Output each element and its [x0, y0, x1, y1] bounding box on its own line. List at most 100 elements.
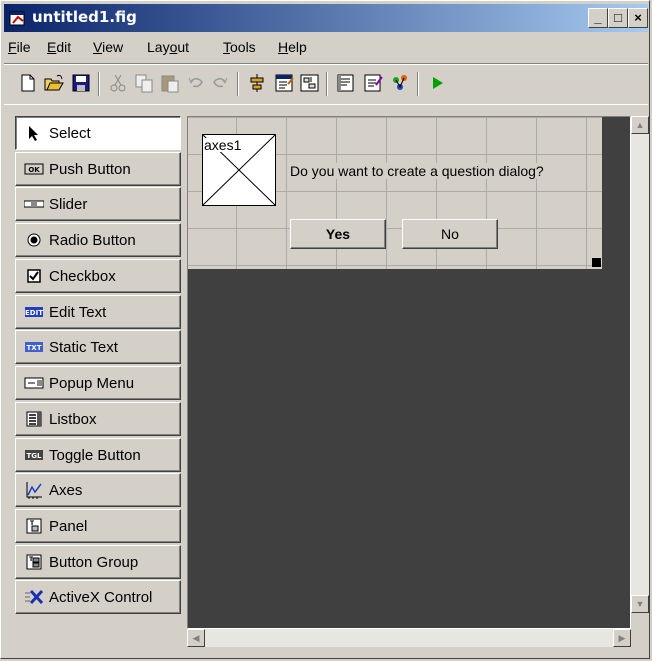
palette-label: ActiveX Control	[49, 588, 153, 606]
scroll-left-icon[interactable]: ◀	[187, 629, 205, 647]
close-icon: ×	[634, 10, 642, 25]
open-icon[interactable]	[41, 70, 67, 96]
palette-checkbox[interactable]: Checkbox	[15, 259, 181, 293]
guide-window: untitled1.fig _ □ × File Edit View Layou…	[0, 0, 650, 659]
paste-icon[interactable]	[157, 70, 183, 96]
palette-label: Axes	[49, 481, 83, 499]
scroll-corner	[631, 629, 649, 647]
mfile-editor-icon[interactable]	[333, 70, 359, 96]
run-icon[interactable]	[424, 70, 450, 96]
property-inspector-icon[interactable]	[360, 70, 386, 96]
palette-static-text[interactable]: TXT Static Text	[15, 330, 181, 364]
no-label: No	[441, 226, 459, 242]
toggle-icon: TGL	[24, 447, 44, 463]
edittext-icon: EDIT	[24, 304, 44, 320]
layout-area[interactable]: axes1 Do you want to create a question d…	[187, 116, 631, 629]
buttongroup-icon: T	[24, 554, 44, 570]
undo-icon[interactable]	[183, 70, 209, 96]
yes-button[interactable]: Yes	[290, 219, 386, 249]
palette-axes[interactable]: Axes	[15, 473, 181, 507]
palette-label: Listbox	[49, 410, 97, 428]
question-text[interactable]: Do you want to create a question dialog?	[289, 163, 545, 179]
palette-label: Panel	[49, 517, 88, 535]
resize-handle[interactable]	[592, 258, 601, 267]
menu-tools[interactable]: Tools	[223, 39, 256, 55]
axes-label: axes1	[204, 137, 242, 153]
scroll-up-icon[interactable]: ▲	[631, 116, 649, 134]
slider-icon	[24, 196, 44, 212]
vertical-scrollbar[interactable]: ▲ ▼	[631, 116, 649, 613]
statictext-icon: TXT	[24, 339, 44, 355]
palette-toggle-button[interactable]: TGL Toggle Button	[15, 438, 181, 472]
palette-label: Static Text	[49, 338, 118, 356]
popup-icon	[24, 375, 44, 391]
title-bar[interactable]: untitled1.fig _ □ ×	[4, 4, 648, 32]
new-icon[interactable]	[15, 70, 41, 96]
tab-order-icon[interactable]	[297, 70, 323, 96]
no-button[interactable]: No	[402, 219, 498, 249]
palette-label: Toggle Button	[49, 446, 141, 464]
scroll-right-icon[interactable]: ▶	[613, 629, 631, 647]
scroll-down-icon[interactable]: ▼	[631, 595, 649, 613]
minimize-icon: _	[594, 10, 602, 25]
window-title: untitled1.fig	[32, 8, 137, 26]
pushbutton-icon: OK	[24, 161, 44, 177]
axes-icon	[24, 482, 44, 499]
palette-panel[interactable]: T Panel	[15, 509, 181, 543]
palette-button-group[interactable]: T Button Group	[15, 545, 181, 579]
component-palette: Select OK Push Button Slider Radio Butto…	[15, 116, 183, 628]
svg-text:EDIT: EDIT	[25, 309, 43, 317]
toolbar	[4, 63, 648, 105]
menu-bar: File Edit View Layout Tools Help	[4, 34, 648, 60]
horizontal-scrollbar[interactable]: ◀ ▶	[187, 629, 631, 647]
toolbar-separator	[98, 72, 100, 96]
menu-editor-icon[interactable]	[271, 70, 297, 96]
figure-icon	[9, 9, 27, 27]
listbox-icon	[24, 411, 44, 427]
figure-canvas[interactable]: axes1 Do you want to create a question d…	[188, 117, 602, 269]
menu-layout[interactable]: Layout	[147, 39, 189, 55]
close-button[interactable]: ×	[628, 8, 648, 28]
palette-label: Button Group	[49, 553, 139, 571]
svg-text:TXT: TXT	[27, 344, 42, 352]
toolbar-separator	[237, 72, 239, 96]
svg-text:OK: OK	[28, 166, 40, 174]
palette-label: Popup Menu	[49, 374, 135, 392]
panel-icon: T	[24, 518, 44, 534]
palette-label: Checkbox	[49, 267, 116, 285]
cut-icon[interactable]	[105, 70, 131, 96]
palette-slider[interactable]: Slider	[15, 187, 181, 221]
palette-listbox[interactable]: Listbox	[15, 402, 181, 436]
arrow-icon	[24, 125, 44, 141]
toolbar-separator	[417, 72, 419, 96]
redo-icon[interactable]	[207, 70, 233, 96]
radio-icon	[24, 232, 44, 248]
palette-radio-button[interactable]: Radio Button	[15, 223, 181, 257]
palette-label: Select	[49, 124, 91, 142]
menu-help[interactable]: Help	[278, 39, 307, 55]
palette-select[interactable]: Select	[15, 116, 181, 150]
menu-edit[interactable]: Edit	[47, 39, 71, 55]
align-icon[interactable]	[244, 70, 270, 96]
checkbox-icon	[24, 268, 44, 284]
copy-icon[interactable]	[131, 70, 157, 96]
maximize-icon: □	[614, 10, 622, 25]
palette-edit-text[interactable]: EDIT Edit Text	[15, 295, 181, 329]
palette-label: Slider	[49, 195, 88, 213]
menu-file[interactable]: File	[8, 39, 31, 55]
palette-label: Radio Button	[49, 231, 136, 249]
yes-label: Yes	[325, 226, 351, 242]
object-browser-icon[interactable]	[387, 70, 413, 96]
palette-label: Push Button	[49, 160, 131, 178]
minimize-button[interactable]: _	[588, 8, 608, 28]
palette-push-button[interactable]: OK Push Button	[15, 152, 181, 186]
save-icon[interactable]	[68, 70, 94, 96]
menu-view[interactable]: View	[93, 39, 123, 55]
palette-popup-menu[interactable]: Popup Menu	[15, 366, 181, 400]
palette-activex-control[interactable]: ActiveX Control	[15, 580, 181, 614]
svg-text:TGL: TGL	[27, 452, 43, 460]
maximize-button[interactable]: □	[608, 8, 628, 28]
palette-label: Edit Text	[49, 303, 107, 321]
toolbar-separator	[326, 72, 328, 96]
activex-icon	[24, 589, 44, 605]
